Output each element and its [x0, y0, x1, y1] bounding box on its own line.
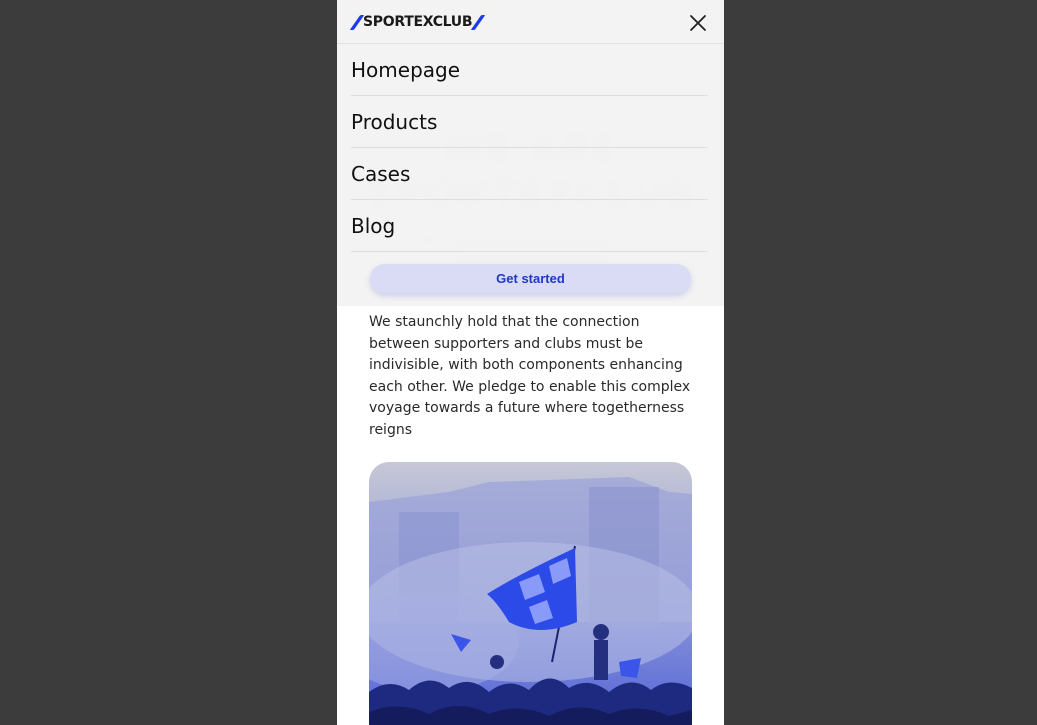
nav-item-cases[interactable]: Cases — [351, 148, 708, 200]
get-started-button[interactable]: Get started — [370, 264, 691, 293]
crowd-illustration — [369, 462, 692, 725]
logo[interactable]: SPORTEXCLUB — [349, 14, 486, 30]
fans-flag-image — [369, 462, 692, 725]
intro-paragraph: We staunchly hold that the connection be… — [369, 314, 691, 438]
logo-slash-right — [470, 14, 486, 30]
nav-item-homepage[interactable]: Homepage — [351, 44, 708, 96]
menu-header: SPORTEXCLUB — [337, 0, 724, 44]
nav-item-blog[interactable]: Blog — [351, 200, 708, 252]
nav-item-products[interactable]: Products — [351, 96, 708, 148]
nav-list: Homepage Products Cases Blog — [351, 44, 708, 252]
close-menu-button[interactable] — [687, 12, 709, 34]
mobile-viewport: WE ARE SPORTEXCLUB SPORTEXCLUB Homepage … — [337, 0, 724, 725]
close-icon — [690, 15, 706, 31]
logo-text: SPORTEXCLUB — [363, 14, 473, 30]
mobile-menu: SPORTEXCLUB Homepage Products Cases Blog… — [337, 0, 724, 306]
